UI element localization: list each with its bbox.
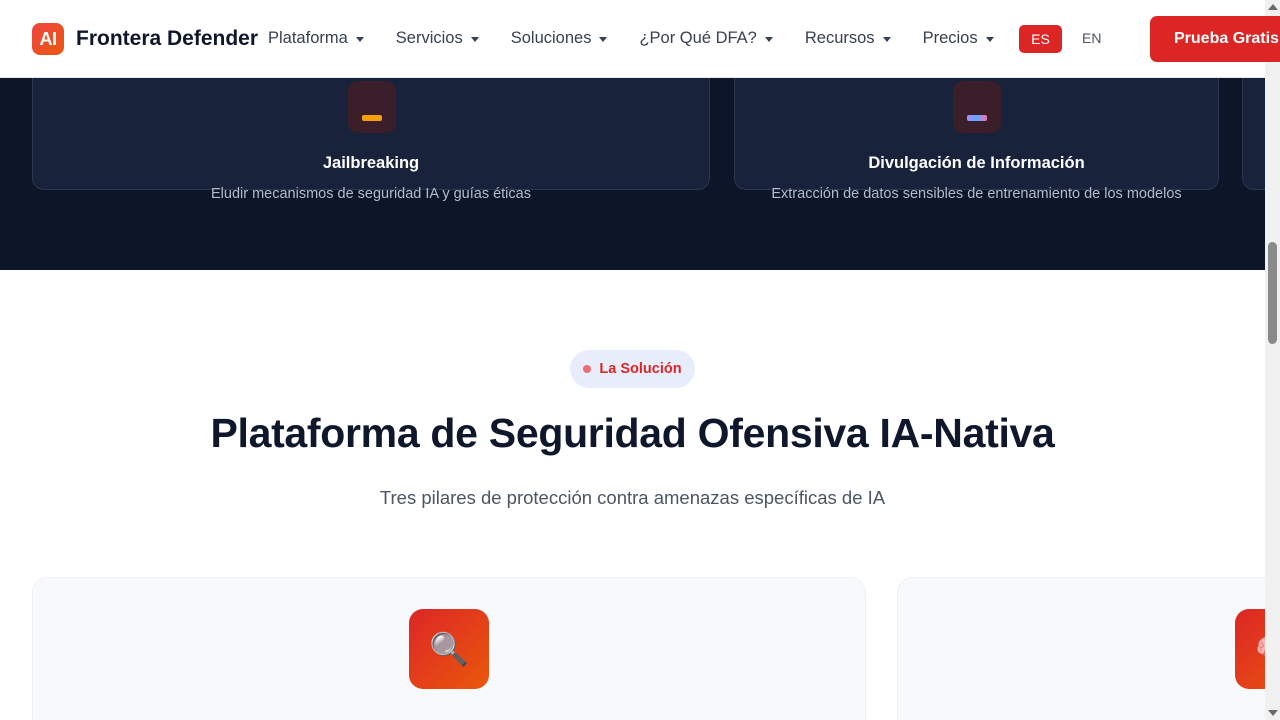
nav-label: Recursos: [804, 29, 875, 47]
warning-icon: [348, 81, 396, 133]
nav-servicios[interactable]: Servicios: [396, 29, 479, 48]
caret-down-icon: [985, 36, 994, 42]
caret-down-icon: [355, 36, 364, 42]
threat-description: Eludir mecanismos de seguridad IA y guía…: [211, 186, 531, 202]
nav-label: Precios: [922, 29, 978, 47]
pillar-card: 🧠: [897, 577, 1280, 720]
nav-plataforma[interactable]: Plataforma: [268, 29, 364, 48]
section-subtitle: Tres pilares de protección contra amenaz…: [379, 487, 886, 508]
page-scrollbar[interactable]: [1265, 0, 1280, 720]
caret-down-icon: [882, 36, 891, 42]
caret-down-icon: [764, 36, 773, 42]
lang-en-button[interactable]: EN: [1082, 30, 1101, 46]
scroll-up-arrow-icon[interactable]: [1268, 4, 1278, 10]
section-title: Plataforma de Seguridad Ofensiva IA-Nati…: [210, 410, 1055, 456]
badge-dot-icon: [583, 365, 592, 373]
nav-por-que-dfa[interactable]: ¿Por Qué DFA?: [639, 29, 773, 48]
logo-icon[interactable]: AI: [32, 23, 64, 55]
caret-down-icon: [599, 36, 608, 42]
threat-title: Jailbreaking: [322, 154, 420, 172]
lang-es-button[interactable]: ES: [1019, 25, 1062, 53]
nav-label: Servicios: [395, 29, 463, 47]
section-badge: La Solución: [570, 350, 695, 388]
nav-soluciones[interactable]: Soluciones: [511, 29, 608, 48]
nav-label: Soluciones: [510, 29, 592, 47]
data-icon: [953, 81, 1001, 133]
site-header: AI Frontera Defender Plataforma Servicio…: [0, 0, 1280, 78]
caret-down-icon: [470, 36, 479, 42]
threat-title: Divulgación de Información: [868, 154, 1085, 172]
magnifier-icon: 🔍: [409, 609, 489, 689]
threat-description: Extracción de datos sensibles de entrena…: [771, 186, 1182, 202]
brand-name[interactable]: Frontera Defender: [76, 27, 258, 51]
scroll-down-arrow-icon[interactable]: [1268, 710, 1278, 716]
main-nav: Plataforma Servicios Soluciones ¿Por Qué…: [268, 29, 994, 48]
free-trial-button[interactable]: Prueba Gratis: [1150, 16, 1280, 62]
nav-recursos[interactable]: Recursos: [805, 29, 891, 48]
nav-precios[interactable]: Precios: [923, 29, 994, 48]
nav-label: Plataforma: [268, 29, 348, 47]
pillar-card: 🔍: [32, 577, 866, 720]
scroll-thumb[interactable]: [1268, 242, 1277, 344]
badge-label: La Solución: [599, 361, 682, 377]
nav-label: ¿Por Qué DFA?: [639, 29, 757, 47]
